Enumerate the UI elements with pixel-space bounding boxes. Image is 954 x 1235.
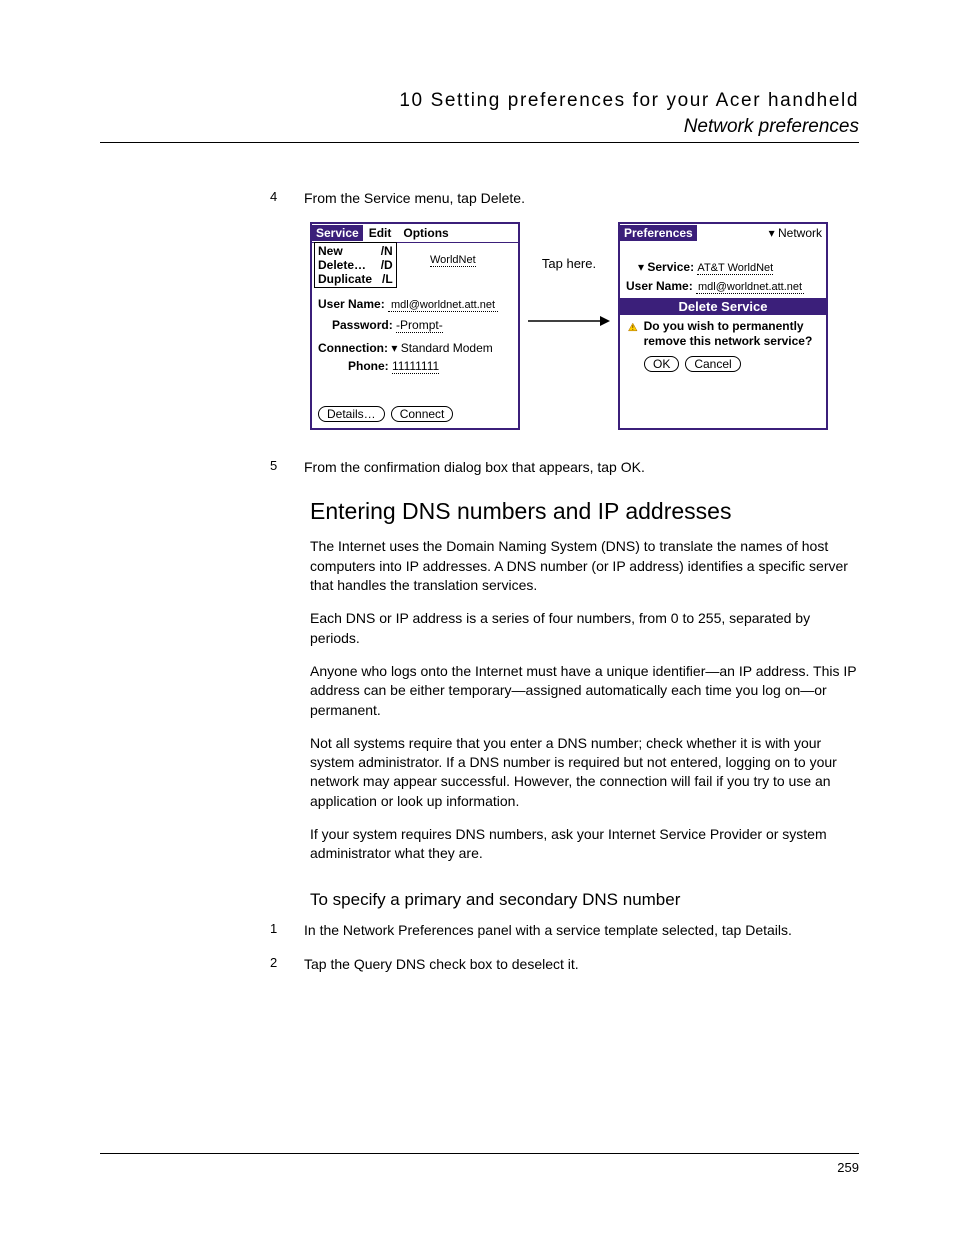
step-number: 4 [270,189,304,208]
row-phone: Phone: 11111111 [348,359,512,374]
row-username: User Name: mdl@worldnet.att.net [626,279,820,294]
page-number: 259 [837,1160,859,1175]
step-text: Tap the Query DNS check box to deselect … [304,955,859,974]
preferences-title: Preferences [620,225,697,241]
step-text: From the Service menu, tap Delete. [304,189,859,208]
confirm-text: Do you wish to permanently remove this n… [644,319,820,348]
section-dns: Entering DNS numbers and IP addresses Th… [310,496,859,912]
confirm-dialog: Do you wish to permanently remove this n… [628,319,820,348]
menu-item-delete[interactable]: Delete…/D [318,258,393,272]
password-value[interactable]: -Prompt- [396,318,443,333]
menu-edit[interactable]: Edit [363,226,398,240]
section-p2: Each DNS or IP address is a series of fo… [310,609,859,648]
step-text: From the confirmation dialog box that ap… [304,458,859,477]
connection-value[interactable]: Standard Modem [401,341,493,355]
section-p3: Anyone who logs onto the Internet must h… [310,662,859,720]
tap-here-label: Tap here. [542,256,596,271]
palm-screenshot-right: Preferences ▾ Network ▾ Service: AT&T Wo… [618,222,828,430]
menu-item-new[interactable]: New/N [318,244,393,258]
details-button[interactable]: Details… [318,406,385,422]
substep-1: 1 In the Network Preferences panel with … [270,921,859,940]
step-text: In the Network Preferences panel with a … [304,921,859,940]
section-p1: The Internet uses the Domain Naming Syst… [310,537,859,595]
service-value[interactable]: AT&T WorldNet [697,262,773,275]
service-dropdown: New/N Delete…/D Duplicate/L [314,242,397,288]
arrow-icon [528,315,610,327]
section-p4: Not all systems require that you enter a… [310,734,859,811]
page-footer: 259 [100,1153,859,1175]
step-5: 5 From the confirmation dialog box that … [270,458,859,477]
delete-service-banner: Delete Service [620,298,826,315]
header-section: Network preferences [100,116,859,138]
cancel-button[interactable]: Cancel [685,356,740,372]
illustration-row: Service Edit Options New/N Delete…/D Dup… [310,222,859,430]
section-p5: If your system requires DNS numbers, ask… [310,825,859,864]
row-username: User Name: mdl@worldnet.att.net [318,297,512,312]
dropdown-icon[interactable]: ▾ [638,260,644,274]
step-number: 2 [270,955,304,974]
menu-service[interactable]: Service [312,225,363,241]
row-connection: Connection: ▾ Standard Modem [318,341,512,355]
header-chapter: 10 Setting preferences for your Acer han… [100,90,859,112]
phone-value[interactable]: 11111111 [392,359,439,374]
username-value[interactable]: mdl@worldnet.att.net [388,299,498,312]
palm-screenshot-left: Service Edit Options New/N Delete…/D Dup… [310,222,520,430]
username-value[interactable]: mdl@worldnet.att.net [696,281,804,294]
row-password: Password: -Prompt- [332,318,512,333]
step-4: 4 From the Service menu, tap Delete. [270,189,859,208]
warning-icon [628,319,638,335]
menu-options[interactable]: Options [397,226,454,240]
subsection-heading: To specify a primary and secondary DNS n… [310,888,859,911]
substep-2: 2 Tap the Query DNS check box to deselec… [270,955,859,974]
section-heading: Entering DNS numbers and IP addresses [310,496,859,528]
dropdown-icon[interactable]: ▾ [391,341,397,355]
connect-button[interactable]: Connect [391,406,454,422]
step-number: 5 [270,458,304,477]
panel-selector[interactable]: ▾ Network [769,226,826,240]
running-header: 10 Setting preferences for your Acer han… [100,90,859,143]
ok-button[interactable]: OK [644,356,679,372]
illustration-annotation: Tap here. [528,222,610,327]
step-number: 1 [270,921,304,940]
service-value-under-menu: WorldNet [430,254,476,267]
menu-item-duplicate[interactable]: Duplicate/L [318,272,393,286]
row-service: ▾ Service: AT&T WorldNet [638,260,820,275]
palm-menubar: Service Edit Options [312,224,518,243]
